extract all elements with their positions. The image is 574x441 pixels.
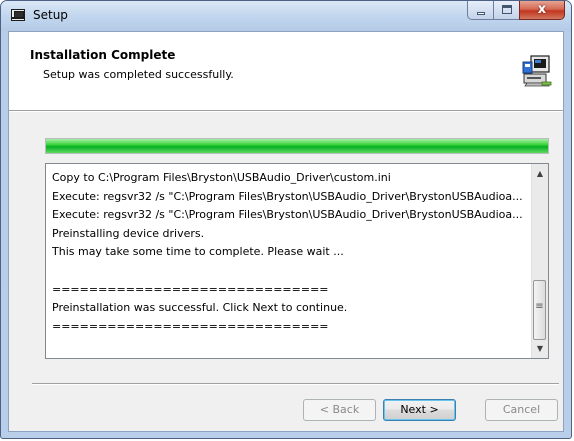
title-bar[interactable]: Setup x bbox=[1, 1, 571, 31]
wizard-header: Installation Complete Setup was complete… bbox=[9, 32, 563, 112]
window-title: Setup bbox=[33, 8, 68, 22]
log-line: Execute: regsvr32 /s "C:\Program Files\B… bbox=[52, 189, 523, 203]
log-line: This may take some time to complete. Ple… bbox=[52, 245, 344, 259]
maximize-icon bbox=[502, 5, 512, 14]
maximize-button[interactable] bbox=[493, 1, 519, 20]
scroll-up-arrow-icon[interactable]: ▲ bbox=[532, 165, 548, 182]
close-icon: x bbox=[537, 2, 547, 17]
log-line: Preinstallation was successful. Click Ne… bbox=[52, 301, 348, 315]
log-scrollbar[interactable]: ▲ ▼ bbox=[531, 164, 548, 358]
header-title: Installation Complete bbox=[30, 48, 176, 62]
button-separator bbox=[32, 383, 559, 385]
log-line: Preinstalling device drivers. bbox=[52, 226, 205, 240]
scrollbar-thumb[interactable] bbox=[533, 280, 546, 340]
minimize-button[interactable] bbox=[467, 1, 493, 20]
caption-buttons: x bbox=[467, 1, 565, 21]
progress-fill bbox=[46, 139, 548, 153]
computer-setup-icon bbox=[522, 55, 552, 87]
log-line: Execute: regsvr32 /s "C:\Program Files\B… bbox=[52, 208, 523, 222]
setup-app-icon bbox=[11, 9, 25, 21]
back-button[interactable]: < Back bbox=[303, 399, 376, 421]
log-line: ============================== bbox=[52, 319, 329, 333]
log-lines: Copy to C:\Program Files\Bryston\USBAudi… bbox=[52, 169, 526, 336]
setup-window: Setup x Installation Complete Setup was … bbox=[0, 0, 572, 439]
close-button[interactable]: x bbox=[519, 1, 565, 20]
scroll-down-arrow-icon[interactable]: ▼ bbox=[532, 340, 548, 357]
dialog-client-area: Installation Complete Setup was complete… bbox=[8, 31, 564, 432]
install-progress-bar bbox=[45, 138, 549, 154]
minimize-icon bbox=[477, 12, 485, 15]
log-line: ============================== bbox=[52, 282, 329, 296]
next-button[interactable]: Next > bbox=[383, 399, 456, 421]
cancel-button[interactable]: Cancel bbox=[485, 399, 558, 421]
header-subtitle: Setup was completed successfully. bbox=[43, 68, 234, 81]
install-log-list[interactable]: Copy to C:\Program Files\Bryston\USBAudi… bbox=[45, 163, 549, 359]
log-line: Copy to C:\Program Files\Bryston\USBAudi… bbox=[52, 171, 391, 184]
